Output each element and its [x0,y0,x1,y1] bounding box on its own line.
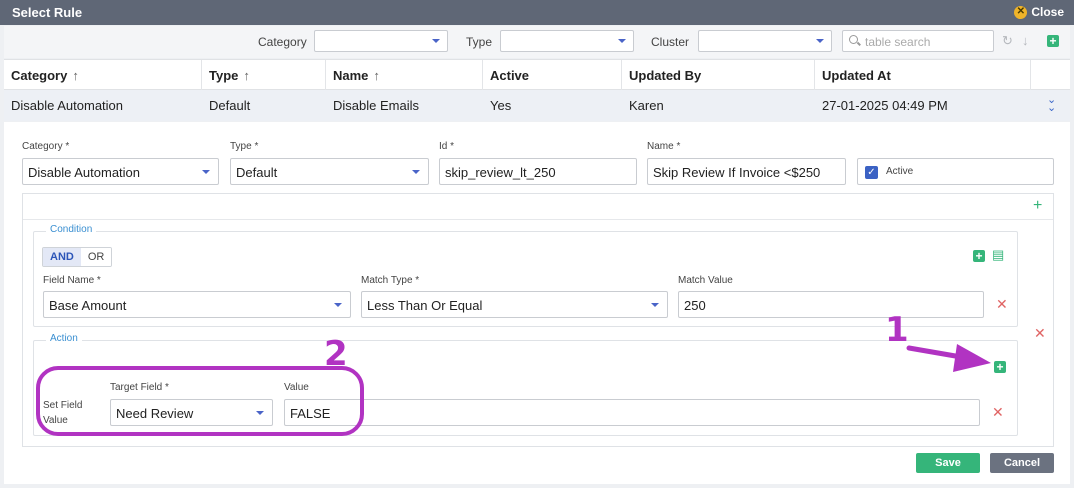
match-value-input[interactable]: 250 [678,291,984,318]
search-icon [849,35,858,44]
column-header-category[interactable]: Category ↑ [4,60,202,91]
add-condition-icon[interactable]: + [973,250,985,262]
type-select[interactable]: Default [230,158,429,185]
type-filter-select[interactable] [500,30,634,52]
delete-action-icon[interactable]: ✕ [992,404,1004,421]
close-icon: ✕ [1014,5,1028,19]
delete-rule-icon[interactable]: ✕ [1034,325,1046,342]
cell-updated-by: Karen [629,98,664,113]
type-field-label: Type * [230,141,259,152]
annotation-number-2: 2 [324,334,348,374]
annotation-highlight-ring [36,366,364,436]
type-filter-label: Type [466,35,493,49]
chevron-down-icon [202,170,210,174]
category-field-label: Category * [22,141,70,152]
column-header-active[interactable]: Active [483,60,622,91]
chevron-down-icon [816,39,824,43]
category-filter-select[interactable] [314,30,448,52]
cell-updated-at: 27-01-2025 04:49 PM [822,98,948,113]
add-action-icon[interactable]: + [994,361,1006,373]
close-button[interactable]: ✕ Close [1014,5,1064,19]
id-field-label: Id * [439,141,455,152]
add-group-plus-icon[interactable]: + [1033,197,1042,215]
dialog-title: Select Rule [12,5,83,20]
annotation-arrow-icon [906,344,991,372]
match-value-label: Match Value [678,275,733,286]
cancel-button[interactable]: Cancel [990,453,1054,473]
name-field-label: Name * [647,141,681,152]
category-filter-label: Category [258,35,307,49]
and-button[interactable]: AND [43,248,81,266]
sort-arrow-icon: ↑ [373,68,380,83]
and-or-toggle: AND OR [42,247,113,267]
condition-fieldset: Condition AND OR + ▤ Field Name * Base A… [33,224,1018,327]
cell-active: Yes [490,98,512,113]
column-header-type[interactable]: Type ↑ [202,60,326,91]
chevron-down-icon [432,39,440,43]
rule-header-bar: + [23,194,1053,220]
column-header-updated-by[interactable]: Updated By [622,60,815,91]
dialog-titlebar: Select Rule ✕ Close [0,0,1074,25]
condition-legend: Condition [46,224,97,235]
chevron-down-icon [651,303,659,307]
table-header: Category ↑ Type ↑ Name ↑ Active Updated By … [4,59,1070,91]
cell-type: Default [209,98,251,113]
cell-name: Disable Emails [333,98,419,113]
name-input[interactable]: Skip Review If Invoice <$250 [647,158,846,185]
chevron-down-icon [618,39,626,43]
save-button[interactable]: Save [916,453,980,473]
cluster-filter-label: Cluster [651,35,690,49]
refresh-icon[interactable]: ↻ [1002,33,1013,49]
id-input[interactable]: skip_review_lt_250 [439,158,637,185]
table-search-input[interactable]: table search [842,30,994,52]
cell-category: Disable Automation [11,98,124,113]
chevron-down-icon [334,303,342,307]
delete-condition-icon[interactable]: ✕ [996,296,1008,313]
sort-arrow-icon: ↑ [243,68,250,83]
add-condition-group-icon[interactable]: ▤ [992,247,1004,263]
sort-arrow-icon: ↑ [72,68,79,83]
select-rule-dialog: Select Rule ✕ Close Category Type Cluste… [0,0,1074,488]
action-legend: Action [46,333,82,344]
match-type-label: Match Type * [361,275,420,286]
active-checkbox-field[interactable]: ✓ Active [857,158,1054,185]
table-row[interactable]: Disable Automation Default Disable Email… [4,90,1070,121]
category-select[interactable]: Disable Automation [22,158,219,185]
filter-bar: Category Type Cluster table search ↻ ↓ + [4,26,1070,58]
chevron-down-icon [412,170,420,174]
download-icon[interactable]: ↓ [1022,33,1029,48]
close-label: Close [1031,5,1064,19]
checkbox-checked-icon[interactable]: ✓ [865,166,878,179]
cluster-filter-select[interactable] [698,30,832,52]
field-name-select[interactable]: Base Amount [43,291,351,318]
field-name-label: Field Name * [43,275,101,286]
column-header-name[interactable]: Name ↑ [326,60,483,91]
collapse-chevron-icon[interactable]: ⌄ ⌄ [1047,95,1056,114]
column-header-updated-at[interactable]: Updated At [815,60,1031,91]
or-button[interactable]: OR [80,248,112,266]
add-rule-icon[interactable]: + [1047,35,1059,47]
table-search-placeholder: table search [865,35,931,49]
match-type-select[interactable]: Less Than Or Equal [361,291,668,318]
value-input[interactable]: FALSE [284,399,980,426]
active-label: Active [886,166,914,177]
